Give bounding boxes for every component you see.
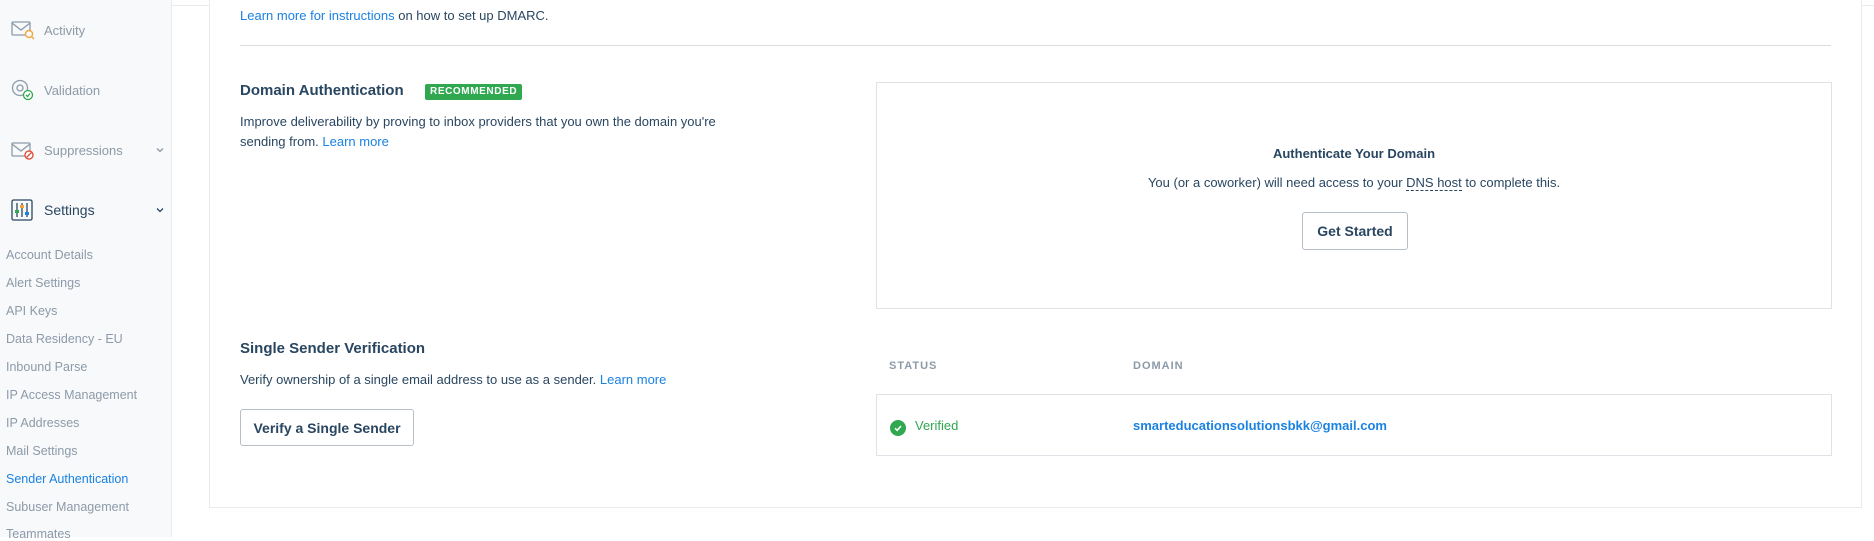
sidebar-subitem-api-keys[interactable]: API Keys [6, 304, 57, 318]
sidebar-item-label: Suppressions [44, 142, 123, 158]
check-circle-icon [890, 420, 906, 436]
dmarc-text: on how to set up DMARC. [394, 8, 549, 23]
sidebar-subitem-account-details[interactable]: Account Details [6, 248, 93, 262]
sidebar-item-label: Validation [44, 82, 101, 98]
sliders-icon [10, 197, 36, 223]
auth-text-after: to complete this. [1461, 175, 1561, 190]
single-sender-learn-more-link[interactable]: Learn more [600, 372, 666, 387]
sidebar-subitem-sender-authentication[interactable]: Sender Authentication [6, 472, 128, 486]
sidebar-item-activity[interactable]: Activity [10, 13, 165, 47]
sidebar-subitem-ip-access-management[interactable]: IP Access Management [6, 388, 137, 402]
sidebar-subitem-inbound-parse[interactable]: Inbound Parse [6, 360, 87, 374]
sidebar-subitem-data-residency[interactable]: Data Residency - EU [6, 332, 123, 346]
sidebar-subitem-alert-settings[interactable]: Alert Settings [6, 276, 80, 290]
sidebar-subitem-subuser-management[interactable]: Subuser Management [6, 500, 129, 514]
domain-auth-desc-line2: sending from. [240, 134, 323, 149]
auth-text-before: You (or a coworker) will need access to … [1147, 175, 1407, 190]
domain-auth-learn-more-link[interactable]: Learn more [322, 134, 388, 149]
column-header-status: STATUS [889, 360, 938, 372]
recommended-badge: RECOMMENDED [425, 84, 523, 100]
authenticate-domain-text: You (or a coworker) will need access to … [877, 175, 1831, 191]
envelope-search-icon [10, 17, 36, 43]
sidebar-item-label: Settings [44, 202, 95, 218]
sidebar-item-label: Activity [44, 22, 86, 38]
domain-auth-title: Domain Authentication [240, 82, 404, 99]
sidebar-item-settings[interactable]: Settings [10, 193, 165, 227]
sidebar: Activity Validation Suppressions Setting… [0, 0, 172, 541]
chevron-down-icon [155, 142, 165, 160]
sidebar-item-suppressions[interactable]: Suppressions [10, 133, 165, 167]
single-sender-desc-text: Verify ownership of a single email addre… [240, 372, 600, 387]
authenticate-domain-title: Authenticate Your Domain [1272, 146, 1436, 161]
get-started-button[interactable]: Get Started [1302, 212, 1408, 250]
status-verified: Verified [915, 418, 959, 433]
at-check-icon [10, 77, 36, 103]
sidebar-subitem-teammates[interactable]: Teammates [6, 527, 71, 541]
dns-host-term[interactable]: DNS host [1406, 175, 1462, 191]
envelope-block-icon [10, 137, 36, 163]
dmarc-instructions: Learn more for instructions on how to se… [240, 8, 549, 23]
sidebar-subitem-ip-addresses[interactable]: IP Addresses [6, 416, 79, 430]
domain-auth-desc-line1: Improve deliverability by proving to inb… [240, 114, 716, 129]
sidebar-subitem-mail-settings[interactable]: Mail Settings [6, 444, 78, 458]
dmarc-learn-more-link[interactable]: Learn more for instructions [240, 8, 395, 23]
table-row: Verified smarteducationsolutionsbkk@gmai… [876, 394, 1832, 456]
chevron-down-icon [155, 202, 165, 220]
section-divider [240, 45, 1831, 46]
sidebar-item-validation[interactable]: Validation [10, 73, 165, 107]
authenticate-domain-panel: Authenticate Your Domain You (or a cowor… [876, 82, 1832, 309]
verify-single-sender-button[interactable]: Verify a Single Sender [240, 409, 414, 446]
column-header-domain: DOMAIN [1133, 360, 1184, 372]
single-sender-description: Verify ownership of a single email addre… [240, 370, 666, 390]
domain-auth-description: Improve deliverability by proving to inb… [240, 112, 716, 152]
sender-email-link[interactable]: smarteducationsolutionsbkk@gmail.com [1133, 418, 1387, 433]
single-sender-title: Single Sender Verification [240, 340, 426, 357]
